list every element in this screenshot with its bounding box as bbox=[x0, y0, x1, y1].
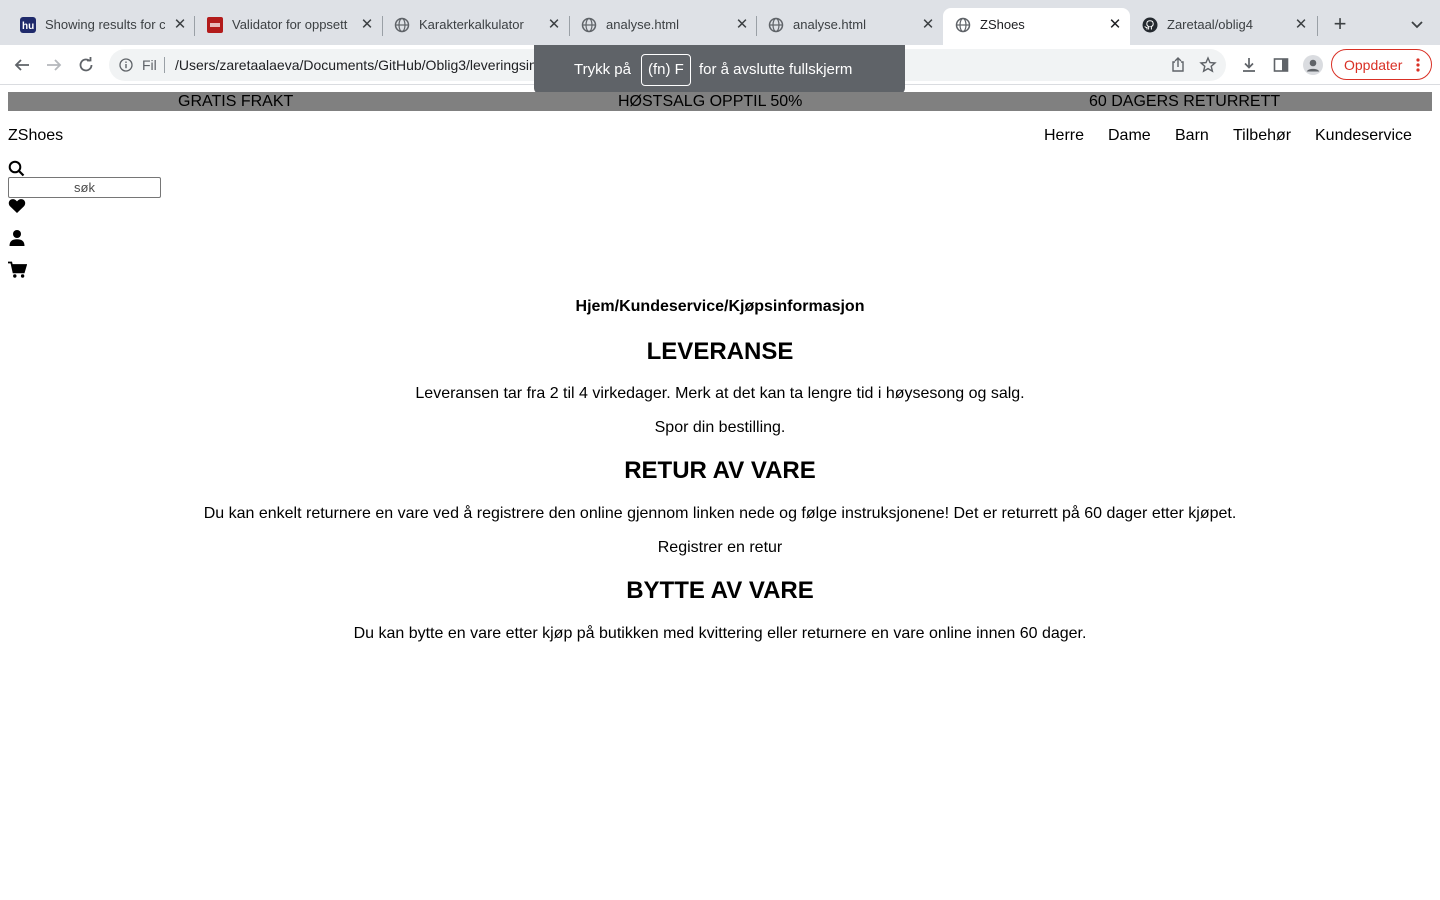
promo-item: GRATIS FRAKT bbox=[178, 93, 294, 110]
share-icon[interactable] bbox=[1169, 56, 1187, 74]
toast-suffix: for å avslutte fullskjerm bbox=[699, 61, 853, 78]
tab-title: Showing results for c bbox=[45, 17, 165, 32]
side-panel-icon[interactable] bbox=[1270, 54, 1292, 76]
close-icon[interactable]: ✕ bbox=[919, 16, 937, 34]
profile-avatar-icon[interactable] bbox=[1302, 54, 1324, 76]
hu-logo-icon: hu bbox=[20, 17, 36, 33]
omnibox-divider bbox=[164, 57, 165, 73]
close-icon[interactable]: ✕ bbox=[1106, 16, 1124, 34]
nav-item-tilbehor[interactable]: Tilbehør bbox=[1233, 127, 1291, 145]
tab-title: analyse.html bbox=[793, 17, 866, 32]
nav-item-dame[interactable]: Dame bbox=[1108, 127, 1151, 145]
section-text: Leveransen tar fra 2 til 4 virkedager. M… bbox=[415, 385, 1025, 402]
tab-1[interactable]: hu Showing results for c ✕ bbox=[8, 8, 195, 45]
validator-icon bbox=[207, 17, 223, 33]
cart-icon[interactable] bbox=[8, 261, 28, 279]
close-icon[interactable]: ✕ bbox=[1292, 16, 1310, 34]
reload-icon[interactable] bbox=[74, 53, 98, 77]
github-icon bbox=[1142, 17, 1158, 33]
promo-banner: GRATIS FRAKT HØSTSALG OPPTIL 50% 60 DAGE… bbox=[8, 92, 1432, 111]
toast-key: (fn) F bbox=[641, 54, 691, 86]
globe-icon bbox=[768, 17, 784, 33]
toast-prefix: Trykk på bbox=[574, 61, 631, 78]
section-heading-bytte: BYTTE AV VARE bbox=[626, 577, 814, 604]
tab-2[interactable]: Validator for oppsett ✕ bbox=[195, 8, 383, 45]
download-icon[interactable] bbox=[1238, 54, 1260, 76]
forward-arrow-icon[interactable] bbox=[42, 53, 66, 77]
tab-title: Validator for oppsett bbox=[232, 17, 348, 32]
search-icon[interactable] bbox=[8, 160, 25, 177]
nav-item-kundeservice[interactable]: Kundeservice bbox=[1315, 127, 1412, 145]
globe-icon bbox=[394, 17, 410, 33]
section-text: Du kan enkelt returnere en vare ved å re… bbox=[203, 505, 1237, 522]
tab-5[interactable]: analyse.html ✕ bbox=[756, 8, 943, 45]
tab-7[interactable]: Zaretaal/oblig4 ✕ bbox=[1130, 8, 1318, 45]
update-button[interactable]: Oppdater bbox=[1331, 49, 1432, 80]
track-order-link[interactable]: Spor din bestilling. bbox=[0, 419, 1440, 437]
update-button-label: Oppdater bbox=[1344, 57, 1403, 73]
tab-4[interactable]: analyse.html ✕ bbox=[569, 8, 757, 45]
close-icon[interactable]: ✕ bbox=[545, 16, 563, 34]
back-arrow-icon[interactable] bbox=[10, 53, 34, 77]
bookmark-star-icon[interactable] bbox=[1199, 56, 1217, 74]
tab-6-active[interactable]: ZShoes ✕ bbox=[943, 8, 1130, 45]
section-heading-leveranse: LEVERANSE bbox=[646, 338, 794, 365]
section-heading-retur: RETUR AV VARE bbox=[624, 457, 816, 484]
chevron-down-icon[interactable] bbox=[1407, 14, 1427, 34]
tab-strip: hu Showing results for c ✕ Validator for… bbox=[0, 0, 1440, 45]
tab-title: ZShoes bbox=[980, 17, 1025, 32]
tab-separator bbox=[1317, 16, 1318, 36]
globe-icon bbox=[581, 17, 597, 33]
promo-item: HØSTSALG OPPTIL 50% bbox=[618, 93, 803, 110]
close-icon[interactable]: ✕ bbox=[171, 16, 189, 34]
section-text: Du kan bytte en vare etter kjøp på butik… bbox=[353, 625, 1087, 642]
nav-item-barn[interactable]: Barn bbox=[1175, 127, 1209, 145]
scheme-label: Fil bbox=[142, 57, 157, 73]
nav-item-herre[interactable]: Herre bbox=[1044, 127, 1084, 145]
brand-logo[interactable]: ZShoes bbox=[8, 127, 63, 145]
register-return-link[interactable]: Registrer en retur bbox=[0, 539, 1440, 557]
tab-title: analyse.html bbox=[606, 17, 679, 32]
user-icon[interactable] bbox=[8, 229, 26, 247]
fullscreen-exit-toast: Trykk på (fn) F for å avslutte fullskjer… bbox=[534, 45, 905, 94]
breadcrumb[interactable]: Hjem/Kundeservice/Kjøpsinformasjon bbox=[0, 298, 1440, 316]
close-icon[interactable]: ✕ bbox=[733, 16, 751, 34]
info-icon[interactable] bbox=[119, 58, 133, 72]
more-vert-icon bbox=[1416, 58, 1420, 72]
tab-title: Zaretaal/oblig4 bbox=[1167, 17, 1253, 32]
globe-icon bbox=[955, 17, 971, 33]
promo-item: 60 DAGERS RETURRETT bbox=[1089, 93, 1281, 110]
close-icon[interactable]: ✕ bbox=[358, 16, 376, 34]
tab-title: Karakterkalkulator bbox=[419, 17, 524, 32]
svg-text:hu: hu bbox=[22, 21, 34, 32]
search-input[interactable] bbox=[8, 177, 161, 198]
tab-3[interactable]: Karakterkalkulator ✕ bbox=[382, 8, 570, 45]
heart-icon[interactable] bbox=[8, 198, 26, 216]
new-tab-plus-icon[interactable]: + bbox=[1328, 13, 1352, 37]
